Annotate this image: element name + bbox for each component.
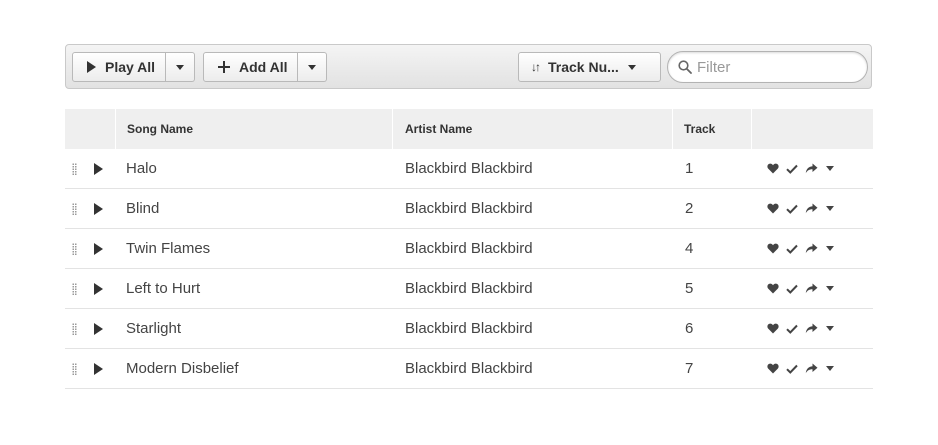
check-icon[interactable] [784,321,800,337]
chevron-down-icon [176,64,185,70]
heart-icon[interactable] [765,321,781,337]
heart-icon[interactable] [765,241,781,257]
column-divider [672,109,673,149]
play-icon [87,61,96,73]
table-body: Halo Blackbird Blackbird 1 Blind Blackbi… [65,149,873,389]
drag-handle-icon[interactable] [72,243,77,255]
share-arrow-icon[interactable] [803,361,819,377]
play-icon[interactable] [94,203,103,215]
song-name: Blind [126,200,160,217]
chevron-down-icon [627,64,636,70]
add-all-group: Add All [203,52,328,82]
row-actions [765,269,841,308]
table-row[interactable]: Left to Hurt Blackbird Blackbird 5 [65,269,873,309]
play-all-label: Play All [105,59,156,75]
sort-icon: ↓↑ [531,60,541,74]
add-all-label: Add All [239,59,288,75]
table-header: Song Name Artist Name Track [65,109,873,149]
check-icon[interactable] [784,281,800,297]
artist-name: Blackbird Blackbird [405,160,533,177]
song-table: Song Name Artist Name Track Halo Blackbi… [65,109,873,389]
column-divider [115,109,116,149]
chevron-down-icon[interactable] [822,281,838,297]
drag-handle-icon[interactable] [72,283,77,295]
track-number: 7 [685,360,694,377]
track-number: 2 [685,200,694,217]
song-name: Modern Disbelief [126,360,239,377]
column-divider [751,109,752,149]
row-actions [765,189,841,228]
check-icon[interactable] [784,161,800,177]
play-all-group: Play All [72,52,196,82]
artist-name: Blackbird Blackbird [405,320,533,337]
plus-icon [218,61,230,73]
drag-handle-icon[interactable] [72,363,77,375]
column-header-artist[interactable]: Artist Name [405,109,472,149]
share-arrow-icon[interactable] [803,321,819,337]
play-all-dropdown-button[interactable] [166,52,196,82]
play-icon[interactable] [94,163,103,175]
table-row[interactable]: Twin Flames Blackbird Blackbird 4 [65,229,873,269]
chevron-down-icon[interactable] [822,321,838,337]
play-icon[interactable] [94,283,103,295]
chevron-down-icon [308,64,317,70]
song-name: Left to Hurt [126,280,201,297]
share-arrow-icon[interactable] [803,201,819,217]
song-name: Twin Flames [126,240,211,257]
chevron-down-icon[interactable] [822,241,838,257]
table-row[interactable]: Blind Blackbird Blackbird 2 [65,189,873,229]
track-number: 1 [685,160,694,177]
play-all-button[interactable]: Play All [72,52,167,82]
artist-name: Blackbird Blackbird [405,280,533,297]
sort-select[interactable]: ↓↑ Track Nu... [518,52,661,82]
song-list-page: Play All Add All ↓↑ Track Nu... Filter S… [0,0,938,445]
share-arrow-icon[interactable] [803,161,819,177]
play-icon[interactable] [94,363,103,375]
drag-handle-icon[interactable] [72,203,77,215]
drag-handle-icon[interactable] [72,163,77,175]
filter-field[interactable] [667,51,868,83]
song-name: Halo [126,160,157,177]
check-icon[interactable] [784,241,800,257]
filter-input[interactable] [697,58,857,76]
song-name: Starlight [126,320,182,337]
drag-handle-icon[interactable] [72,323,77,335]
table-row[interactable]: Modern Disbelief Blackbird Blackbird 7 [65,349,873,389]
play-icon[interactable] [94,323,103,335]
heart-icon[interactable] [765,281,781,297]
play-icon[interactable] [94,243,103,255]
track-number: 6 [685,320,694,337]
column-header-track[interactable]: Track [684,109,715,149]
chevron-down-icon[interactable] [822,361,838,377]
table-row[interactable]: Halo Blackbird Blackbird 1 [65,149,873,189]
heart-icon[interactable] [765,361,781,377]
row-actions [765,229,841,268]
artist-name: Blackbird Blackbird [405,240,533,257]
chevron-down-icon[interactable] [822,161,838,177]
column-divider [392,109,393,149]
share-arrow-icon[interactable] [803,281,819,297]
heart-icon[interactable] [765,161,781,177]
search-icon [678,60,692,74]
row-actions [765,309,841,348]
sort-label: Track Nu... [548,59,619,75]
heart-icon[interactable] [765,201,781,217]
table-row[interactable]: Starlight Blackbird Blackbird 6 [65,309,873,349]
track-number: 4 [685,240,694,257]
toolbar: Play All Add All ↓↑ Track Nu... [65,44,872,89]
row-actions [765,149,841,188]
add-all-dropdown-button[interactable] [298,52,328,82]
share-arrow-icon[interactable] [803,241,819,257]
artist-name: Blackbird Blackbird [405,200,533,217]
check-icon[interactable] [784,201,800,217]
check-icon[interactable] [784,361,800,377]
artist-name: Blackbird Blackbird [405,360,533,377]
add-all-button[interactable]: Add All [203,52,299,82]
chevron-down-icon[interactable] [822,201,838,217]
track-number: 5 [685,280,694,297]
row-actions [765,349,841,388]
column-header-song[interactable]: Song Name [127,109,193,149]
